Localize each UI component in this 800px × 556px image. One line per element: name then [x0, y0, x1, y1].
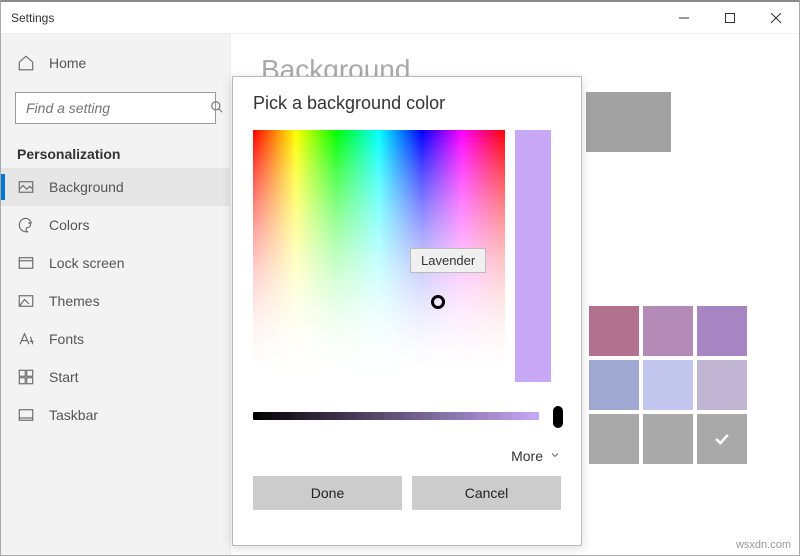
color-swatch[interactable] — [589, 360, 639, 410]
check-icon — [712, 429, 732, 449]
lockscreen-icon — [17, 254, 35, 272]
sidebar-item-label: Lock screen — [49, 255, 124, 271]
sidebar-item-taskbar[interactable]: Taskbar — [1, 396, 230, 434]
palette-icon — [17, 216, 35, 234]
more-toggle[interactable]: More — [253, 448, 561, 464]
close-button[interactable] — [753, 2, 799, 34]
color-swatch[interactable] — [697, 306, 747, 356]
watermark: wsxdn.com — [736, 539, 791, 551]
done-button[interactable]: Done — [253, 476, 402, 510]
home-icon — [17, 54, 35, 72]
color-cursor[interactable] — [431, 295, 445, 309]
window-title: Settings — [11, 11, 54, 25]
cancel-button[interactable]: Cancel — [412, 476, 561, 510]
sidebar-item-label: Home — [49, 55, 86, 71]
sidebar-item-label: Taskbar — [49, 407, 98, 423]
search-box[interactable] — [15, 92, 216, 124]
sidebar-item-themes[interactable]: Themes — [1, 282, 230, 320]
button-label: Cancel — [465, 485, 509, 501]
section-header: Personalization — [1, 132, 230, 168]
maximize-button[interactable] — [707, 2, 753, 34]
fonts-icon — [17, 330, 35, 348]
sidebar-item-fonts[interactable]: Fonts — [1, 320, 230, 358]
dialog-title: Pick a background color — [253, 93, 561, 114]
sidebar-item-label: Background — [49, 179, 124, 195]
sidebar-item-start[interactable]: Start — [1, 358, 230, 396]
sidebar: Home Personalization Background Colors L… — [1, 34, 231, 555]
color-swatch[interactable] — [643, 306, 693, 356]
taskbar-icon — [17, 406, 35, 424]
color-swatch[interactable] — [643, 360, 693, 410]
color-field[interactable]: Lavender — [253, 130, 505, 382]
search-input[interactable] — [24, 99, 210, 117]
start-icon — [17, 368, 35, 386]
slider-track — [253, 412, 539, 420]
color-swatch[interactable] — [643, 414, 693, 464]
color-swatch-grid — [589, 306, 747, 464]
color-picker-dialog: Pick a background color Lavender More Do… — [232, 76, 582, 546]
picture-icon — [17, 178, 35, 196]
color-swatch-selected[interactable] — [697, 414, 747, 464]
more-label: More — [511, 448, 543, 464]
color-swatch[interactable] — [589, 306, 639, 356]
title-bar: Settings — [1, 2, 799, 34]
value-column[interactable] — [515, 130, 551, 382]
sidebar-item-label: Themes — [49, 293, 100, 309]
themes-icon — [17, 292, 35, 310]
sidebar-item-label: Start — [49, 369, 79, 385]
sidebar-item-background[interactable]: Background — [1, 168, 230, 206]
window-controls — [661, 2, 799, 34]
sidebar-item-label: Colors — [49, 217, 89, 233]
sidebar-item-lockscreen[interactable]: Lock screen — [1, 244, 230, 282]
chevron-down-icon — [549, 448, 561, 464]
color-tooltip: Lavender — [410, 248, 486, 273]
background-preview — [586, 92, 671, 152]
value-slider[interactable] — [253, 412, 561, 428]
minimize-button[interactable] — [661, 2, 707, 34]
button-label: Done — [311, 485, 344, 501]
slider-thumb[interactable] — [553, 406, 563, 428]
sidebar-item-colors[interactable]: Colors — [1, 206, 230, 244]
sidebar-item-label: Fonts — [49, 331, 84, 347]
sidebar-item-home[interactable]: Home — [1, 44, 230, 82]
color-swatch[interactable] — [589, 414, 639, 464]
color-swatch[interactable] — [697, 360, 747, 410]
search-icon — [210, 100, 224, 117]
